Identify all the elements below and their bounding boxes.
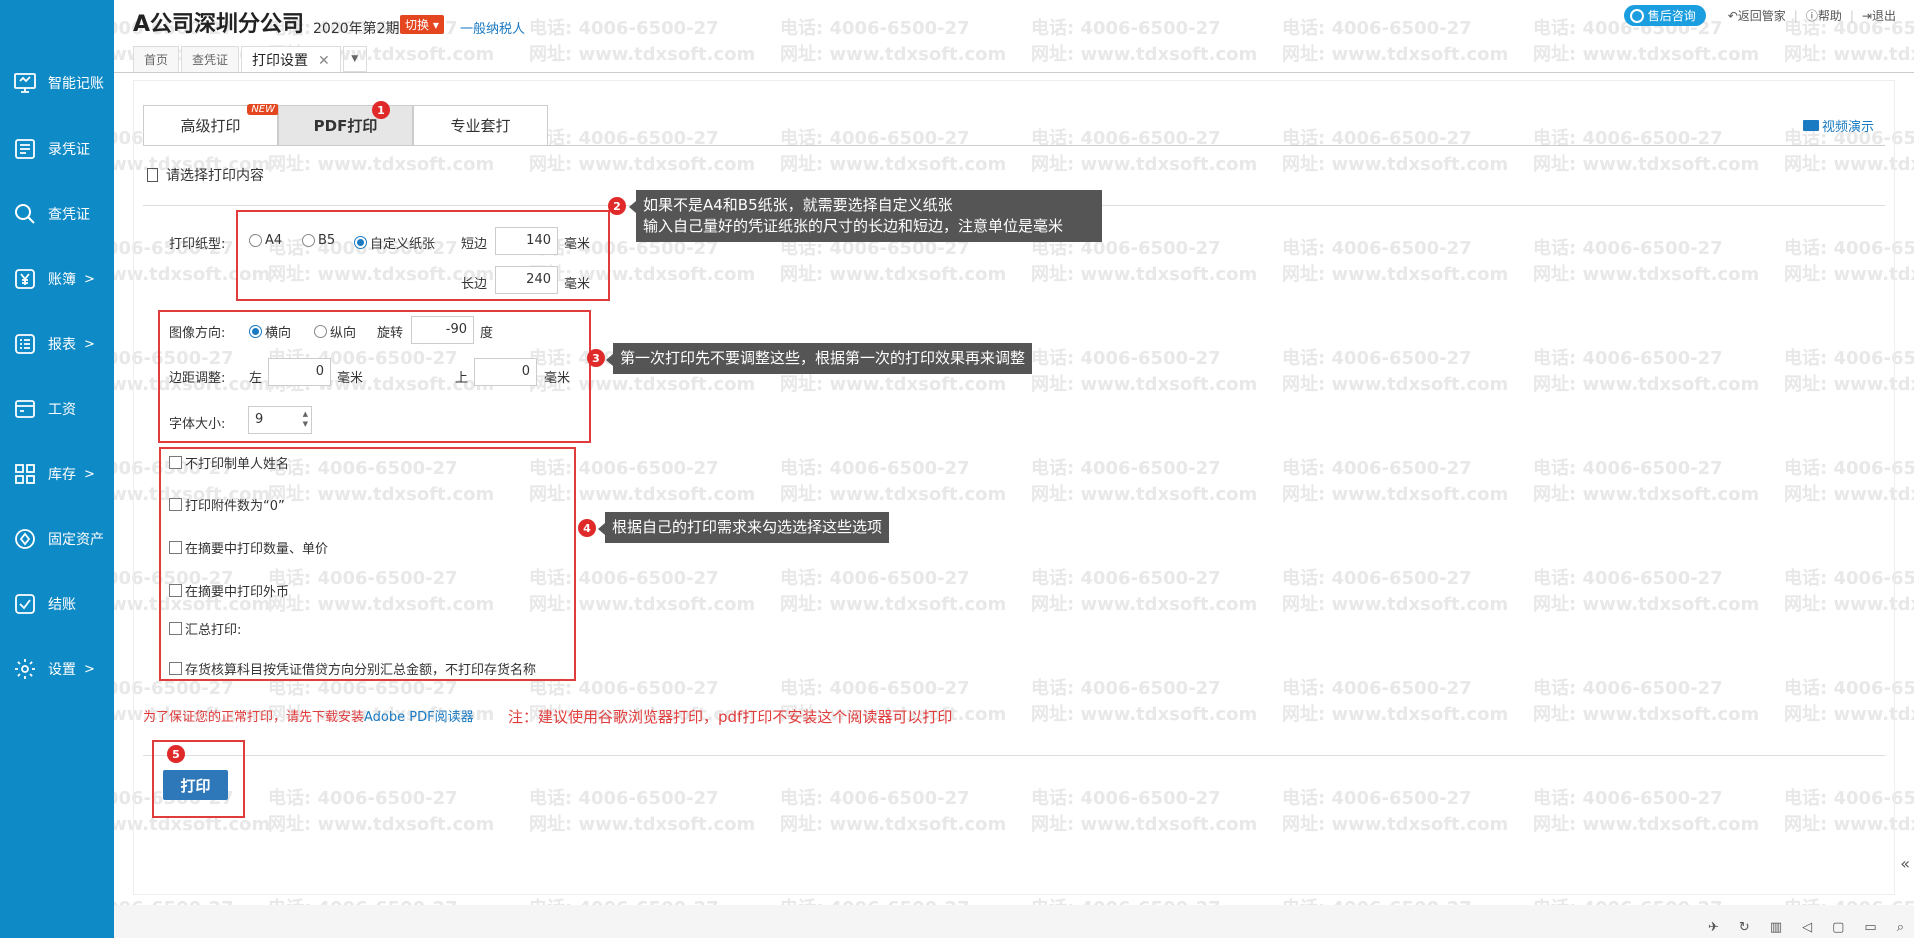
tab-query-voucher[interactable]: 查凭证 [181,46,240,72]
tool-icon[interactable]: ✈ [1708,920,1719,935]
monitor-icon [12,70,38,96]
print-mode-tabs: 高级打印 NEW PDF打印 专业套打 [143,104,548,145]
return-icon: ↶ [1727,8,1738,23]
browser-note: 注：建议使用谷歌浏览器打印，pdf打印不安装这个阅读器可以打印 [508,708,953,726]
print-button[interactable]: 打印 [163,770,228,800]
highlight-box-paper [236,210,610,301]
watermark-phone: 电话: 4006-6500-27 [1031,18,1221,39]
sidebar-item-reports[interactable]: 报表 > [0,314,114,374]
sidebar-item-label: 录凭证 [48,142,90,158]
chevron-down-icon[interactable]: ▼ [342,46,367,72]
step-badge-4: 4 [578,519,596,537]
accounting-period: 2020年第2期 [313,21,400,37]
chevron-right-icon: > [84,336,95,352]
tab-pdf-print[interactable]: PDF打印 [278,105,413,145]
sidebar-item-label: 工资 [48,402,76,418]
watermark-phone: 电话: 4006-6500-27 [780,18,970,39]
payroll-icon [12,396,38,422]
inventory-icon [12,461,38,487]
sidebar-item-label: 智能记账 [48,76,104,92]
taxpayer-type-link[interactable]: 一般纳税人 [460,18,525,37]
sidebar-item-settings[interactable]: 设置 > [0,639,114,699]
headset-icon [1629,8,1644,23]
search-icon [12,201,38,227]
tab-home[interactable]: 首页 [133,46,180,72]
trash-icon[interactable]: ▥ [1770,920,1782,935]
tab-bar: 首页 查凭证 打印设置 ✕ ▼ [133,46,367,72]
sidebar-item-label: 查凭证 [48,207,90,223]
section-title: 请选择打印内容 [147,165,264,185]
step-badge-3: 3 [587,349,605,367]
adobe-reader-link[interactable]: Adobe PDF阅读器 [364,710,474,725]
bottom-toolbar: ✈ ↻ ▥ ◁ ▢ ▭ ⌕ [1688,920,1904,935]
step-badge-1: 1 [372,101,390,119]
sidebar-item-query-voucher[interactable]: 查凭证 [0,184,114,244]
chevron-right-icon: > [84,271,95,287]
sidebar-item-checkout[interactable]: 结账 [0,574,114,634]
logout-link[interactable]: ⇥ 退出 [1862,7,1896,24]
watermark-web: 网址: www.tdxsoft.com [1784,44,1914,65]
tooltip-layout: 第一次打印先不要调整这些，根据第一次的打印效果再来调整 [605,343,1033,374]
voucher-entry-icon [12,136,38,162]
document-icon [147,168,158,182]
screen-icon[interactable]: ▭ [1864,920,1876,935]
download-warning: 为了保证您的正常打印，请先下载安装Adobe PDF阅读器 [143,710,474,725]
bottom-bar [114,905,1914,938]
gear-icon [12,656,38,682]
watermark-web: 网址: www.tdxsoft.com [529,44,756,65]
video-icon [1802,120,1819,131]
close-icon[interactable]: ✕ [318,53,330,69]
switch-period-button[interactable]: 切换 ▾ [400,15,444,34]
chevron-right-icon: > [84,661,95,677]
sidebar-item-label: 结账 [48,597,76,613]
sidebar-item-fixed-assets[interactable]: 固定资产 [0,509,114,569]
window-icon[interactable]: ▢ [1832,920,1844,935]
zoom-icon[interactable]: ⌕ [1897,920,1904,935]
watermark-web: 网址: www.tdxsoft.com [1533,44,1760,65]
back-to-manager-link[interactable]: ↶ 返回管家 [1728,7,1786,24]
checkout-icon [12,591,38,617]
sidebar-item-smart-bookkeeping[interactable]: 智能记账 [0,53,114,113]
logout-icon: ⇥ [1861,8,1872,23]
watermark-phone: 电话: 4006-6500-27 [1282,18,1472,39]
sidebar-item-ledger[interactable]: 账簿 > [0,249,114,309]
help-link[interactable]: ⓘ 帮助 [1806,7,1842,24]
company-name: A公司深圳分公司 [133,12,305,37]
sidebar-item-label: 账簿 [48,272,76,288]
tab-advanced-print[interactable]: 高级打印 NEW [143,104,279,145]
step-badge-2: 2 [608,197,626,215]
watermark-phone: 电话: 4006-6500-27 [529,18,719,39]
watermark-web: 网址: www.tdxsoft.com [780,44,1007,65]
paper-type-label: 打印纸型: [169,237,226,252]
asset-icon [12,526,38,552]
step-badge-5: 5 [167,745,185,763]
sound-icon[interactable]: ◁ [1802,920,1812,935]
help-icon: ⓘ [1805,9,1818,23]
sidebar-item-inventory[interactable]: 库存 > [0,444,114,504]
sidebar: 智能记账 录凭证 查凭证 账簿 > 报表 > 工资 库存 > 固定资产 结账 设… [0,0,114,938]
top-right-toolbar: 售后咨询 ↶ 返回管家 | ⓘ 帮助 | ⇥ 退出 [1623,5,1904,26]
tab-print-settings[interactable]: 打印设置 ✕ [241,46,341,72]
highlight-box-options [159,447,576,681]
report-icon [12,331,38,357]
tooltip-paper: 如果不是A4和B5纸张，就需要选择自定义纸张 输入自己量好的凭证纸张的尺寸的长边… [629,190,1102,242]
sidebar-item-label: 设置 [48,662,76,678]
tab-professional-print[interactable]: 专业套打 [413,105,548,145]
new-badge: NEW [247,104,279,115]
sidebar-item-label: 报表 [48,337,76,353]
tooltip-options: 根据自己的打印需求来勾选选择这些选项 [597,512,890,543]
sidebar-item-label: 固定资产 [48,532,104,548]
video-demo-link[interactable]: 视频演示 [1802,116,1874,135]
sidebar-item-payroll[interactable]: 工资 [0,379,114,439]
highlight-box-layout [158,310,591,443]
watermark-web: 网址: www.tdxsoft.com [1282,44,1509,65]
collapse-panel-icon[interactable]: « [1900,854,1910,873]
sidebar-item-enter-voucher[interactable]: 录凭证 [0,119,114,179]
refresh-icon[interactable]: ↻ [1739,920,1750,935]
yen-icon [12,266,38,292]
watermark-web: 网址: www.tdxsoft.com [1031,44,1258,65]
chevron-right-icon: > [84,466,95,482]
after-sales-button[interactable]: 售后咨询 [1623,5,1706,26]
sidebar-item-label: 库存 [48,467,76,483]
